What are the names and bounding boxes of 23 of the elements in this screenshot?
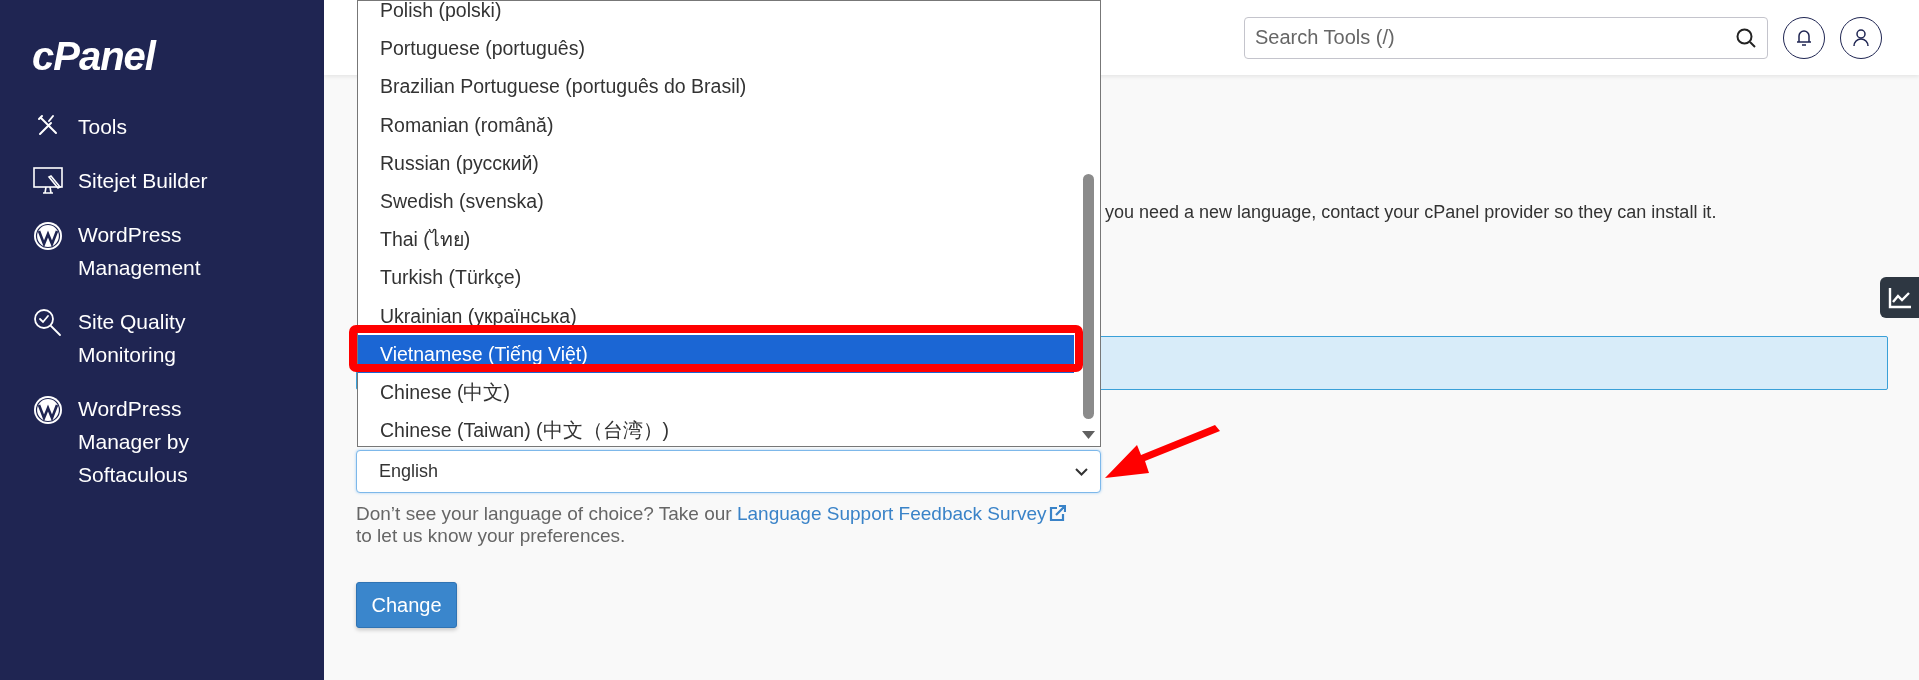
sidebar-item[interactable]: Sitejet Builder: [78, 164, 208, 197]
change-button[interactable]: Change: [356, 582, 457, 628]
language-option[interactable]: Chinese (中文): [358, 372, 1074, 412]
sidebar-item[interactable]: WordPress Manager by Softaculous: [78, 392, 228, 491]
language-option[interactable]: Brazilian Portuguese (português do Brasil): [358, 67, 1074, 106]
language-option[interactable]: Portuguese (português): [358, 29, 1074, 68]
sidebar-item[interactable]: Tools: [78, 110, 128, 143]
language-select[interactable]: English: [356, 450, 1101, 493]
cpanel-logo: cPanel: [32, 36, 155, 76]
language-option[interactable]: Turkish (Türkçe): [358, 258, 1074, 297]
language-option[interactable]: Polish (polski): [358, 1, 1074, 30]
sidebar-item[interactable]: WordPress Management: [78, 218, 228, 284]
language-option[interactable]: Chinese (Taiwan) (中文（台湾）): [358, 411, 1074, 446]
intro-text: you need a new language, contact your cPanel provider so they can install it.: [1105, 201, 1717, 224]
language-option[interactable]: Swedish (svenska): [358, 181, 1074, 221]
language-option[interactable]: Russian (русский): [358, 143, 1074, 182]
language-option[interactable]: Ukrainian (українська): [358, 296, 1074, 335]
help-text: Don’t see your language of choice? Take our Language Support Feedback Survey to let us know your preferences.: [356, 503, 1076, 547]
search-field[interactable]: Search Tools (/): [1244, 16, 1768, 59]
language-option[interactable]: Romanian (română): [358, 105, 1074, 144]
language-option[interactable]: Thai (ไทย): [358, 220, 1074, 259]
survey-link[interactable]: Language Support Feedback Survey: [736, 503, 1067, 524]
sidebar-item[interactable]: Site Quality Monitoring: [78, 305, 228, 371]
